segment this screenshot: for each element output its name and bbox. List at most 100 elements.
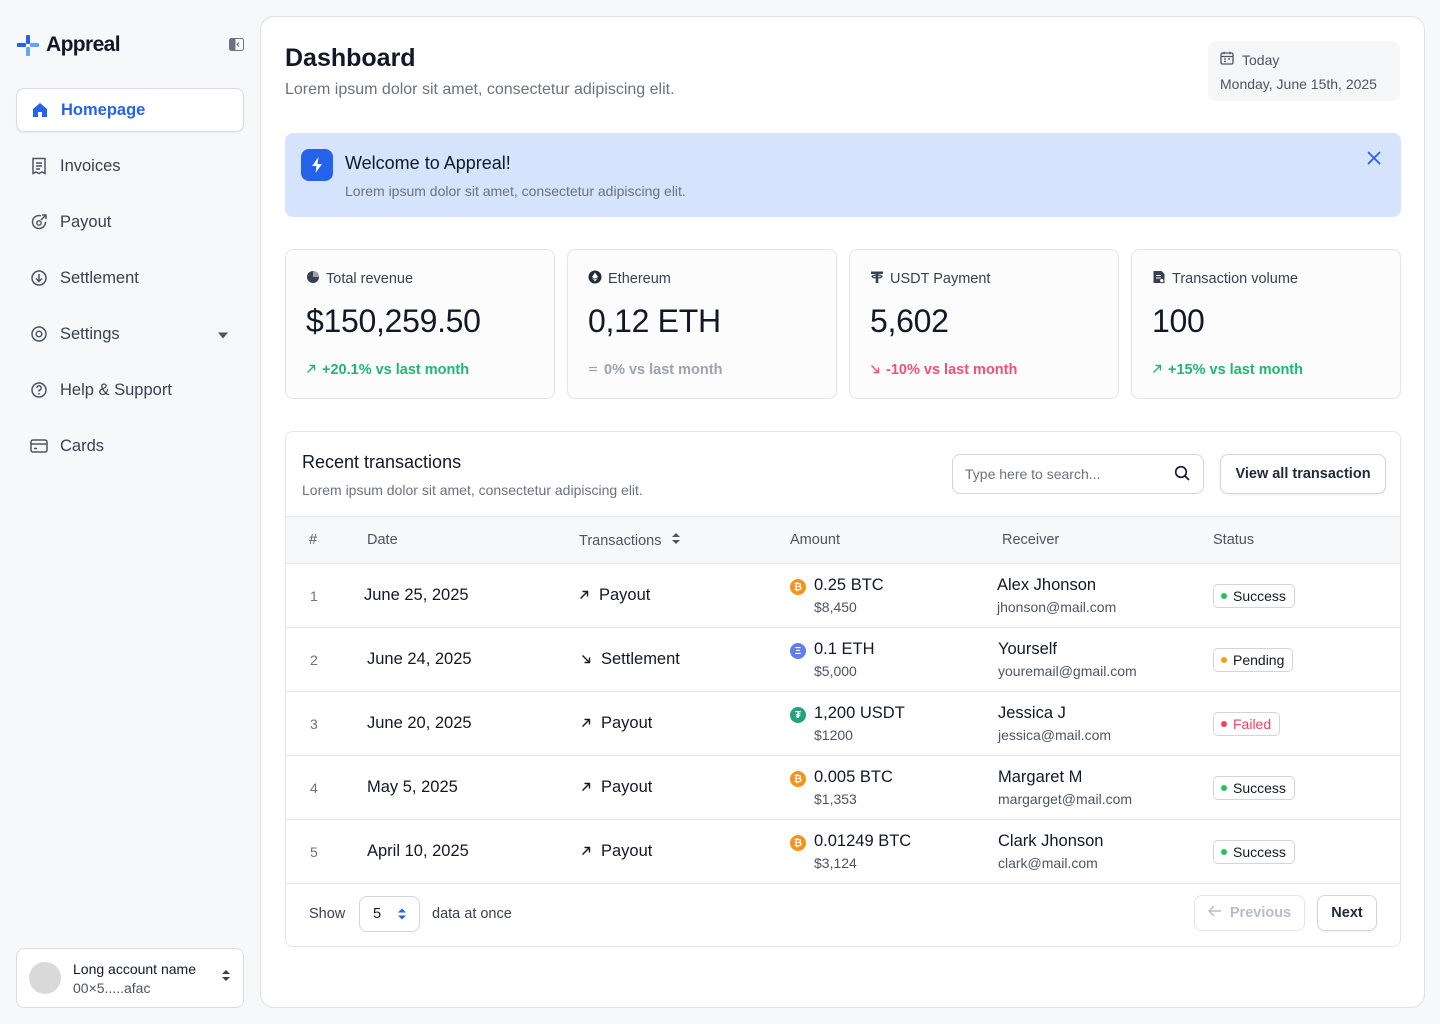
row-transaction-type: Payout [581, 714, 652, 733]
sidebar-collapse-icon[interactable] [227, 36, 245, 52]
logo-icon [17, 35, 39, 56]
arrow-down-right-icon [870, 362, 880, 378]
account-name: Long account name [73, 960, 196, 977]
sidebar-item-settlement[interactable]: Settlement [16, 256, 244, 300]
stats-row: Total revenue $150,259.50 +20.1% vs last… [285, 249, 1401, 399]
view-all-transactions-button[interactable]: View all transaction [1220, 454, 1386, 494]
chevron-up-down-icon[interactable] [221, 969, 231, 988]
arrow-up-right-icon [579, 586, 589, 605]
table-row[interactable]: 2 June 24, 2025 Settlement Ξ 0.1 ETH $5,0… [286, 628, 1400, 692]
stat-value: 0,12 ETH [588, 303, 721, 339]
bitcoin-icon: ₿ [790, 835, 806, 851]
receipt-icon [30, 157, 48, 175]
row-number: 4 [310, 780, 318, 796]
row-date: June 24, 2025 [367, 650, 472, 668]
row-number: 1 [310, 588, 318, 604]
sidebar-item-cards[interactable]: Cards [16, 424, 244, 468]
row-number: 5 [310, 844, 318, 860]
sidebar-item-invoices[interactable]: Invoices [16, 144, 244, 188]
row-amount: ₿ 0.25 BTC $8,450 [790, 576, 884, 615]
avatar [29, 962, 61, 994]
sort-icon[interactable] [671, 532, 681, 549]
home-icon [31, 101, 49, 119]
banner-subtitle: Lorem ipsum dolor sit amet, consectetur … [345, 183, 686, 199]
help-icon [30, 381, 48, 399]
sidebar-item-homepage[interactable]: Homepage [16, 88, 244, 132]
banner-title: Welcome to Appreal! [345, 153, 511, 173]
close-icon[interactable] [1367, 151, 1383, 167]
sidebar-item-label: Invoices [60, 156, 121, 175]
status-badge: Success [1213, 584, 1295, 608]
status-badge: Failed [1213, 712, 1281, 736]
search-icon[interactable] [1174, 465, 1190, 486]
account-address: 00×5.....afac [73, 979, 151, 996]
row-date: June 25, 2025 [364, 586, 469, 604]
date-value: Monday, June 15th, 2025 [1220, 76, 1377, 92]
row-receiver: Clark Jhonson clark@mail.com [998, 832, 1104, 871]
row-transaction-type: Payout [579, 586, 650, 605]
row-transaction-type: Payout [581, 778, 652, 797]
card-icon [30, 437, 48, 455]
date-label: Today [1242, 51, 1280, 68]
account-info: Long account name 00×5.....afac [73, 961, 196, 996]
row-amount: ₮ 1,200 USDT $1200 [790, 704, 905, 743]
stat-value: $150,259.50 [306, 303, 481, 339]
page-size-select[interactable]: 5 [359, 896, 420, 932]
main-panel: Dashboard Lorem ipsum dolor sit amet, co… [260, 16, 1425, 1008]
table-row[interactable]: 4 May 5, 2025 Payout ₿ 0.005 BTC $1,353 M… [286, 756, 1400, 820]
page-subtitle: Lorem ipsum dolor sit amet, consectetur … [285, 81, 675, 98]
sidebar-item-label: Payout [60, 212, 112, 231]
row-date: April 10, 2025 [367, 842, 469, 860]
next-page-button[interactable]: Next [1317, 895, 1377, 931]
arrow-up-right-icon [581, 842, 591, 861]
table-footer: Show 5 data at once Previous Next [286, 882, 1400, 946]
previous-page-button[interactable]: Previous [1194, 895, 1305, 931]
row-transaction-type: Settlement [581, 650, 680, 669]
status-badge: Success [1213, 776, 1295, 800]
table-row[interactable]: 1 June 25, 2025 Payout ₿ 0.25 BTC $8,450 … [286, 564, 1400, 628]
search-input[interactable] [952, 454, 1204, 494]
payout-icon [30, 213, 48, 231]
bitcoin-icon: ₿ [790, 771, 806, 787]
sidebar-item-settings[interactable]: Settings [16, 312, 244, 356]
arrow-up-right-icon [1152, 362, 1162, 378]
sidebar-item-label: Settings [60, 324, 120, 343]
stat-value: 100 [1152, 303, 1205, 339]
arrow-down-right-icon [581, 650, 591, 669]
stat-card-ethereum: Ethereum 0,12 ETH 0% vs last month [567, 249, 837, 399]
sidebar-nav: Homepage Invoices Payout Settlement Sett… [16, 88, 244, 480]
row-transaction-type: Payout [581, 842, 652, 861]
table-row[interactable]: 3 June 20, 2025 Payout ₮ 1,200 USDT $1200… [286, 692, 1400, 756]
account-switcher[interactable]: Long account name 00×5.....afac [16, 948, 244, 1008]
row-number: 2 [310, 652, 318, 668]
date-display[interactable]: Today Monday, June 15th, 2025 [1208, 41, 1400, 101]
column-transactions[interactable]: Transactions [579, 532, 681, 549]
caret-down-icon[interactable] [218, 325, 228, 344]
ethereum-icon [588, 270, 602, 288]
sidebar-item-label: Homepage [61, 100, 146, 119]
welcome-banner: Welcome to Appreal! Lorem ipsum dolor si… [285, 133, 1401, 217]
sidebar-item-payout[interactable]: Payout [16, 200, 244, 244]
row-date: June 20, 2025 [367, 714, 472, 732]
stat-change: -10% vs last month [886, 362, 1018, 378]
revenue-icon [306, 270, 320, 288]
table-row[interactable]: 5 April 10, 2025 Payout ₿ 0.01249 BTC $3,… [286, 820, 1400, 884]
table-header: # Date Transactions Amount Receiver Stat… [286, 516, 1400, 564]
row-amount: ₿ 0.005 BTC $1,353 [790, 768, 893, 807]
stat-label: Ethereum [608, 271, 671, 287]
page-title: Dashboard [285, 44, 416, 72]
lightning-icon [301, 149, 333, 181]
bitcoin-icon: ₿ [790, 579, 806, 595]
column-amount: Amount [790, 532, 840, 548]
stat-change: 0% vs last month [604, 362, 723, 378]
sidebar-item-label: Help & Support [60, 380, 172, 399]
sidebar-item-help-support[interactable]: Help & Support [16, 368, 244, 412]
row-receiver: Jessica J jessica@mail.com [998, 704, 1112, 743]
app-logo[interactable]: Appreal [16, 31, 121, 59]
app-name: Appreal [46, 33, 121, 56]
row-amount: Ξ 0.1 ETH $5,000 [790, 640, 875, 679]
arrow-up-right-icon [306, 362, 316, 378]
chevron-up-down-icon [397, 907, 407, 925]
document-icon [1152, 270, 1166, 288]
gear-icon [30, 325, 48, 343]
